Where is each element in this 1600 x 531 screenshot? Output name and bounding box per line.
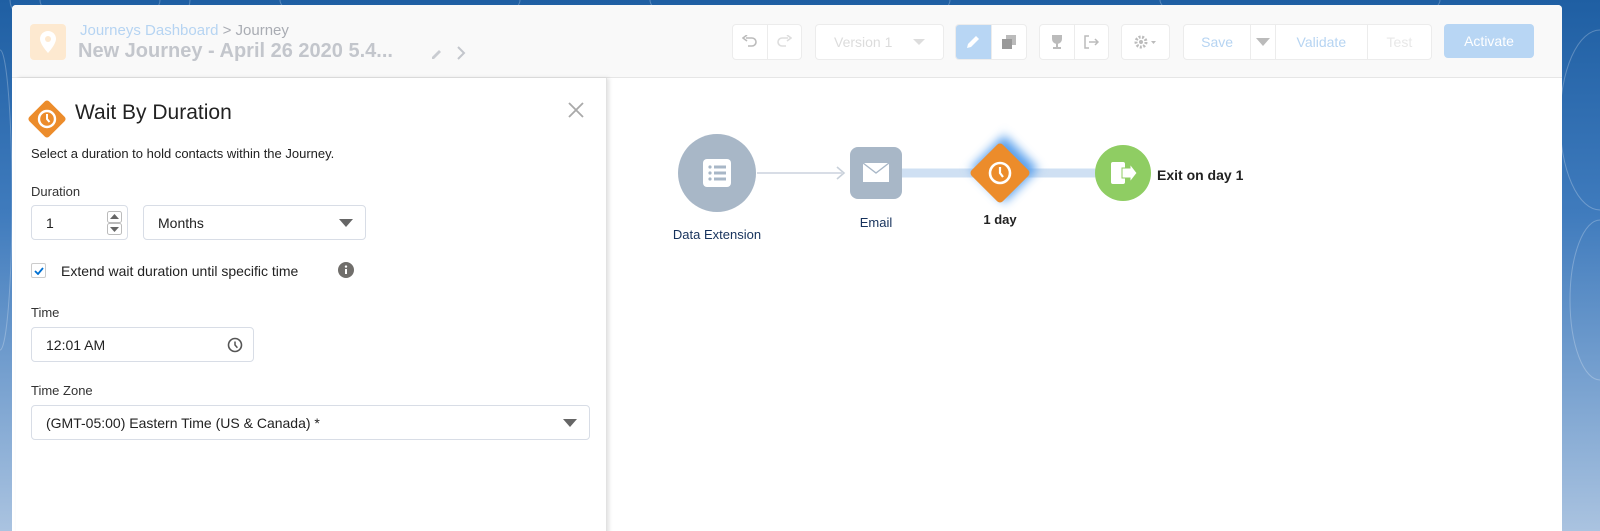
journey-builder-window: Journeys Dashboard > Journey New Journey… [12,5,1562,531]
chevron-down-icon [913,39,925,45]
extend-wait-label: Extend wait duration until specific time [61,263,299,279]
info-icon[interactable] [338,262,354,283]
undo-icon [741,35,757,47]
close-icon[interactable] [568,102,584,123]
exit-icon [1084,35,1100,49]
chevron-down-icon [563,419,577,427]
breadcrumb-current: Journey [235,22,289,39]
node-label-exit: Exit on day 1 [1157,167,1244,183]
version-label: Version 1 [834,34,893,50]
node-label-data-extension: Data Extension [672,227,762,242]
stepper-arrows[interactable] [107,211,122,235]
timezone-value: (GMT-05:00) Eastern Time (US & Canada) * [46,414,320,431]
save-menu-button[interactable] [1251,25,1276,59]
gear-icon [1134,35,1156,49]
chevron-right-icon[interactable] [456,45,466,66]
undo-redo-group [732,24,802,60]
journey-title: New Journey - April 26 2020 5.4... [78,40,393,62]
clock-icon[interactable] [227,337,243,356]
duration-unit-select[interactable]: Months [143,205,366,240]
breadcrumb-separator: > [222,22,232,39]
timezone-select[interactable]: (GMT-05:00) Eastern Time (US & Canada) * [31,405,590,440]
version-select[interactable]: Version 1 [815,24,944,60]
envelope-icon [862,162,890,182]
header-bar: Journeys Dashboard > Journey New Journey… [12,5,1562,78]
panel-title: Wait By Duration [75,101,232,124]
caret-down-icon [1256,38,1271,46]
exit-criteria-button[interactable] [1075,25,1109,59]
test-button[interactable]: Test [1368,25,1431,59]
time-value: 12:01 AM [46,336,106,353]
edit-mode-icon [967,36,980,48]
timezone-label: Time Zone [31,383,93,398]
list-icon [703,159,731,187]
copy-icon [1001,35,1016,49]
pencil-icon[interactable] [430,47,444,66]
breadcrumb-dashboard-link[interactable]: Journeys Dashboard [80,22,218,39]
panel-description: Select a duration to hold contacts withi… [31,146,335,161]
mode-toggle-group [955,24,1027,60]
extend-wait-checkbox[interactable] [31,263,46,278]
goal-button[interactable] [1040,25,1075,59]
breadcrumb: Journeys Dashboard > Journey [80,22,289,39]
validate-button[interactable]: Validate [1276,25,1368,59]
redo-button[interactable] [768,25,802,59]
undo-button[interactable] [733,25,768,59]
checkmark-icon [33,266,44,275]
node-label-email: Email [859,215,893,230]
edit-mode-button[interactable] [956,25,992,59]
settings-button[interactable] [1121,24,1170,60]
chevron-down-icon [339,219,353,227]
activate-button[interactable]: Activate [1444,24,1534,58]
wait-diamond-icon [28,100,66,138]
save-button[interactable]: Save [1184,25,1252,59]
save-validate-test-group: Save Validate Test [1183,24,1432,60]
duration-label: Duration [31,184,81,199]
map-pin-icon [30,24,66,60]
duration-value: 1 [46,214,54,231]
goal-exit-group [1039,24,1109,60]
time-input[interactable]: 12:01 AM [31,327,254,362]
time-label: Time [31,305,60,320]
duration-quantity-stepper[interactable]: 1 [31,205,128,240]
duration-unit-value: Months [158,214,204,231]
wait-by-duration-panel: Wait By Duration Select a duration to ho… [16,78,607,531]
trophy-icon [1051,35,1062,49]
node-label-wait: 1 day [983,212,1017,227]
redo-icon [777,35,793,47]
copy-button[interactable] [992,25,1027,59]
